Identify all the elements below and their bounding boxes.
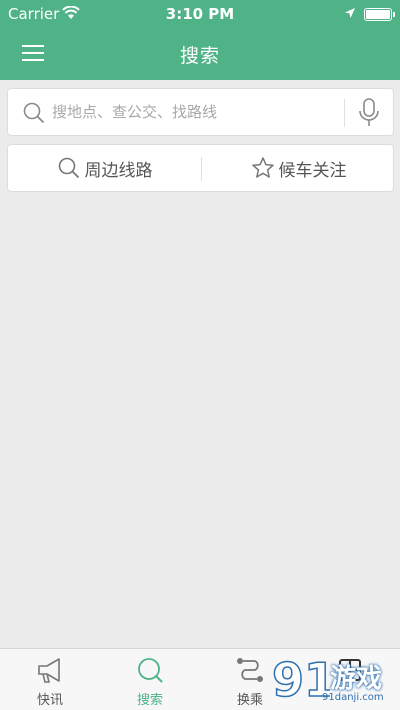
tab-news[interactable]: 快讯: [0, 649, 100, 710]
watermark-logo-icon: 91: [271, 652, 330, 708]
microphone-icon[interactable]: [358, 98, 380, 128]
stop-follow-button[interactable]: 候车关注: [202, 145, 395, 191]
nearby-routes-button[interactable]: 周边线路: [8, 145, 201, 191]
stop-follow-label: 候车关注: [278, 160, 347, 181]
megaphone-icon: [38, 658, 60, 683]
star-icon: [251, 157, 274, 178]
search-icon: [58, 157, 79, 179]
watermark-url: 91danji.com: [322, 692, 384, 703]
search-icon: [138, 658, 163, 683]
watermark: 91 游戏 91danji.com: [270, 650, 400, 710]
search-divider: [344, 99, 345, 127]
search-input[interactable]: [52, 99, 342, 125]
route-icon: [237, 658, 263, 682]
tab-label: 搜索: [136, 693, 163, 708]
location-arrow-icon: [345, 8, 355, 18]
watermark-text: 游戏: [330, 664, 383, 694]
nav-bar: 搜索: [0, 30, 400, 80]
battery-icon: [364, 8, 395, 21]
tab-search[interactable]: 搜索: [100, 649, 200, 710]
page-title: 搜索: [179, 45, 220, 67]
search-icon: [23, 102, 45, 124]
search-box: [7, 88, 394, 136]
tab-label: 快讯: [36, 693, 63, 708]
status-bar: Carrier 3:10 PM: [0, 0, 400, 30]
quick-actions-bar: 周边线路 候车关注: [7, 144, 394, 192]
nearby-routes-label: 周边线路: [84, 160, 153, 181]
status-time: 3:10 PM: [165, 5, 235, 23]
